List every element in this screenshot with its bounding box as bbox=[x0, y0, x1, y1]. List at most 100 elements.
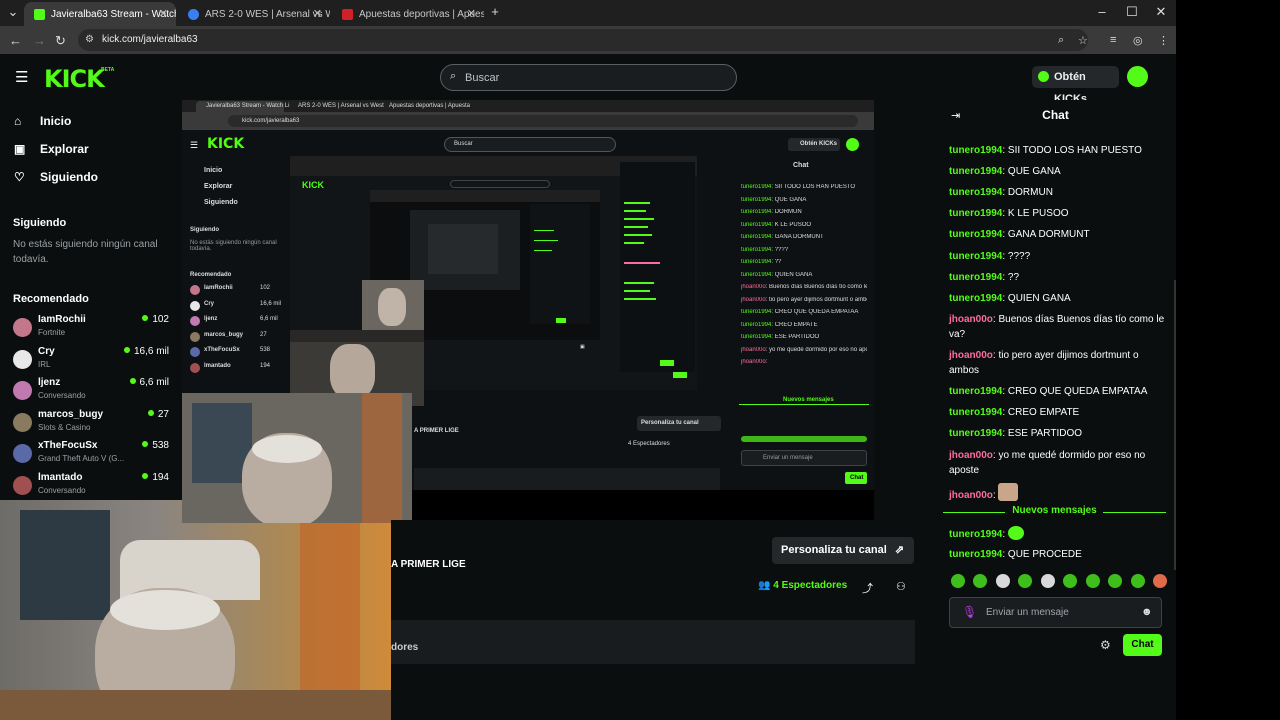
nested-rec-viewers: 16,6 mil bbox=[260, 300, 282, 307]
channel-avatar bbox=[13, 381, 32, 400]
curtain-shape bbox=[362, 393, 402, 523]
chat-username[interactable]: tunero1994 bbox=[949, 549, 1002, 560]
nested-level-2-logo: KICK bbox=[302, 180, 324, 190]
chat-username[interactable]: tunero1994 bbox=[949, 145, 1002, 156]
recommended-channel[interactable]: IamRochii Fortnite 102 bbox=[13, 314, 171, 342]
nested-chat-button bbox=[556, 318, 566, 323]
close-icon[interactable]: ✕ bbox=[467, 7, 476, 20]
follow-user-icon[interactable]: ⚇ bbox=[896, 580, 906, 593]
playlist-icon[interactable]: ≡ bbox=[1110, 34, 1116, 46]
chat-username[interactable]: tunero1994 bbox=[949, 386, 1002, 397]
sidebar-item-label: Siguiendo bbox=[40, 170, 98, 184]
chat-username[interactable]: tunero1994 bbox=[949, 407, 1002, 418]
emote-icon[interactable] bbox=[1152, 574, 1167, 588]
bookmark-star-icon[interactable]: ☆ bbox=[1078, 34, 1088, 47]
channel-avatar bbox=[13, 318, 32, 337]
chat-message: tunero1994: K LE PUSOO bbox=[949, 208, 1069, 219]
emote-icon[interactable] bbox=[995, 574, 1010, 588]
chat-username[interactable]: jhoan00o bbox=[949, 314, 993, 325]
recommended-channel[interactable]: Cry IRL 16,6 mil bbox=[13, 346, 171, 374]
green-emote-icon bbox=[1007, 526, 1024, 540]
nested-nav-label: Siguiendo bbox=[204, 199, 238, 206]
recommended-channel[interactable]: marcos_bugy Slots & Casino 27 bbox=[13, 409, 171, 437]
maximize-icon[interactable]: ☐ bbox=[1122, 4, 1142, 20]
chat-username[interactable]: jhoan00o bbox=[949, 350, 993, 361]
chat-line bbox=[624, 234, 652, 236]
recommended-channel[interactable]: xTheFocuSx Grand Theft Auto V (G... 538 bbox=[13, 440, 171, 468]
search-input[interactable]: ⌕ Buscar bbox=[440, 64, 737, 91]
microphone-icon[interactable]: 🎙 bbox=[962, 605, 977, 619]
nested-chat-message: jhoan00o: tio pero ayer dijimos dortmunt… bbox=[741, 297, 867, 303]
emote-icon[interactable] bbox=[1018, 574, 1033, 588]
emote-icon[interactable] bbox=[1063, 574, 1078, 588]
url-field[interactable]: ⚙ kick.com/javieralba63 bbox=[78, 29, 1088, 51]
recommended-channel[interactable]: lmantado Conversando 194 bbox=[13, 472, 171, 500]
chat-username[interactable]: tunero1994 bbox=[949, 529, 1002, 540]
chat-message: tunero1994: CREO EMPATE bbox=[949, 407, 1080, 418]
share-icon[interactable]: ⤴ bbox=[862, 580, 873, 596]
close-icon[interactable]: ✕ bbox=[313, 7, 322, 20]
emote-icon[interactable] bbox=[951, 574, 965, 588]
browser-tab-active[interactable]: Javieralba63 Stream - Watch Li ✕ bbox=[24, 2, 176, 26]
get-kicks-button[interactable]: Obtén KICKs bbox=[1032, 66, 1119, 105]
nested-chat-text: ?? bbox=[774, 259, 782, 265]
channel-name: ljenz bbox=[38, 377, 61, 388]
minimize-icon[interactable]: – bbox=[1092, 4, 1112, 19]
zoom-icon[interactable]: ⌕ bbox=[1058, 34, 1064, 47]
browser-tab[interactable]: Apuestas deportivas | Apuesta ✕ bbox=[332, 2, 484, 26]
chat-line bbox=[534, 230, 554, 231]
chat-line bbox=[624, 226, 648, 228]
chat-username[interactable]: tunero1994 bbox=[949, 229, 1002, 240]
channel-name: xTheFocuSx bbox=[38, 440, 98, 451]
new-tab-icon[interactable]: + bbox=[485, 4, 505, 19]
new-messages-divider[interactable]: Nuevos mensajes bbox=[943, 505, 1166, 519]
chat-username[interactable]: tunero1994 bbox=[949, 272, 1002, 283]
reload-icon[interactable]: ↻ bbox=[55, 33, 66, 49]
sidebar-item-inicio[interactable]: ⌂ Inicio bbox=[14, 114, 71, 128]
chat-username[interactable]: tunero1994 bbox=[949, 428, 1002, 439]
emote-icon[interactable] bbox=[1108, 574, 1123, 588]
nested-rec-avatar bbox=[190, 331, 200, 342]
chat-username[interactable]: tunero1994 bbox=[949, 208, 1002, 219]
recommended-channel[interactable]: ljenz Conversando 6,6 mil bbox=[13, 377, 171, 405]
user-avatar[interactable] bbox=[1127, 66, 1148, 87]
hamburger-menu-icon[interactable]: ☰ bbox=[15, 68, 28, 86]
chat-message-input[interactable]: 🎙 Enviar un mensaje ☻ bbox=[949, 597, 1162, 628]
nested-emotes bbox=[741, 436, 867, 442]
emote-icon[interactable] bbox=[973, 574, 988, 588]
chat-send-button[interactable]: Chat bbox=[1123, 634, 1162, 656]
nested-chat-message: jhoan00o: bbox=[741, 359, 768, 365]
browser-tab[interactable]: ARS 2-0 WES | Arsenal vs West ✕ bbox=[178, 2, 330, 26]
menu-dots-icon[interactable]: ⋮ bbox=[1158, 34, 1169, 47]
emote-icon[interactable] bbox=[1040, 574, 1055, 588]
emote-icon[interactable] bbox=[1085, 574, 1100, 588]
emote-icon[interactable] bbox=[1130, 574, 1145, 588]
chat-username[interactable]: jhoan00o bbox=[949, 450, 993, 461]
sidebar-item-siguiendo[interactable]: ♡ Siguiendo bbox=[14, 170, 98, 184]
nested-primer-lige: A PRIMER LIGE bbox=[414, 428, 459, 434]
sidebar-item-explorar[interactable]: ▣ Explorar bbox=[14, 142, 89, 156]
webcam-overlay bbox=[0, 500, 391, 720]
chat-username[interactable]: tunero1994 bbox=[949, 166, 1002, 177]
nested-url-text: kick.com/javieralba63 bbox=[242, 118, 300, 124]
chat-settings-icon[interactable]: ⚙ bbox=[1100, 638, 1111, 652]
emoji-icon[interactable]: ☻ bbox=[1141, 606, 1153, 618]
personaliza-canal-button[interactable]: Personaliza tu canal ⇗ bbox=[772, 537, 914, 564]
kick-logo[interactable]: KICK bbox=[44, 65, 105, 93]
chat-username[interactable]: jhoan00o bbox=[949, 490, 993, 501]
channel-tabs-bar: dores bbox=[391, 620, 915, 664]
chat-username[interactable]: tunero1994 bbox=[949, 251, 1002, 262]
profile-icon[interactable]: ◎ bbox=[1133, 34, 1143, 47]
close-icon[interactable]: ✕ bbox=[159, 7, 168, 20]
site-info-icon[interactable]: ⚙ bbox=[85, 29, 94, 51]
tab-label-fragment[interactable]: dores bbox=[391, 642, 418, 653]
tab-list-icon[interactable]: ⌄ bbox=[3, 4, 23, 20]
forward-icon[interactable]: → bbox=[33, 33, 46, 48]
external-link-icon: ⇗ bbox=[894, 544, 905, 556]
close-window-icon[interactable]: ✕ bbox=[1151, 4, 1171, 20]
back-icon[interactable]: ← bbox=[9, 33, 22, 48]
chat-username[interactable]: tunero1994 bbox=[949, 187, 1002, 198]
nested-chat-title: Chat bbox=[793, 162, 809, 169]
nested-chat-user: tunero1994 bbox=[741, 321, 772, 328]
chat-username[interactable]: tunero1994 bbox=[949, 293, 1002, 304]
